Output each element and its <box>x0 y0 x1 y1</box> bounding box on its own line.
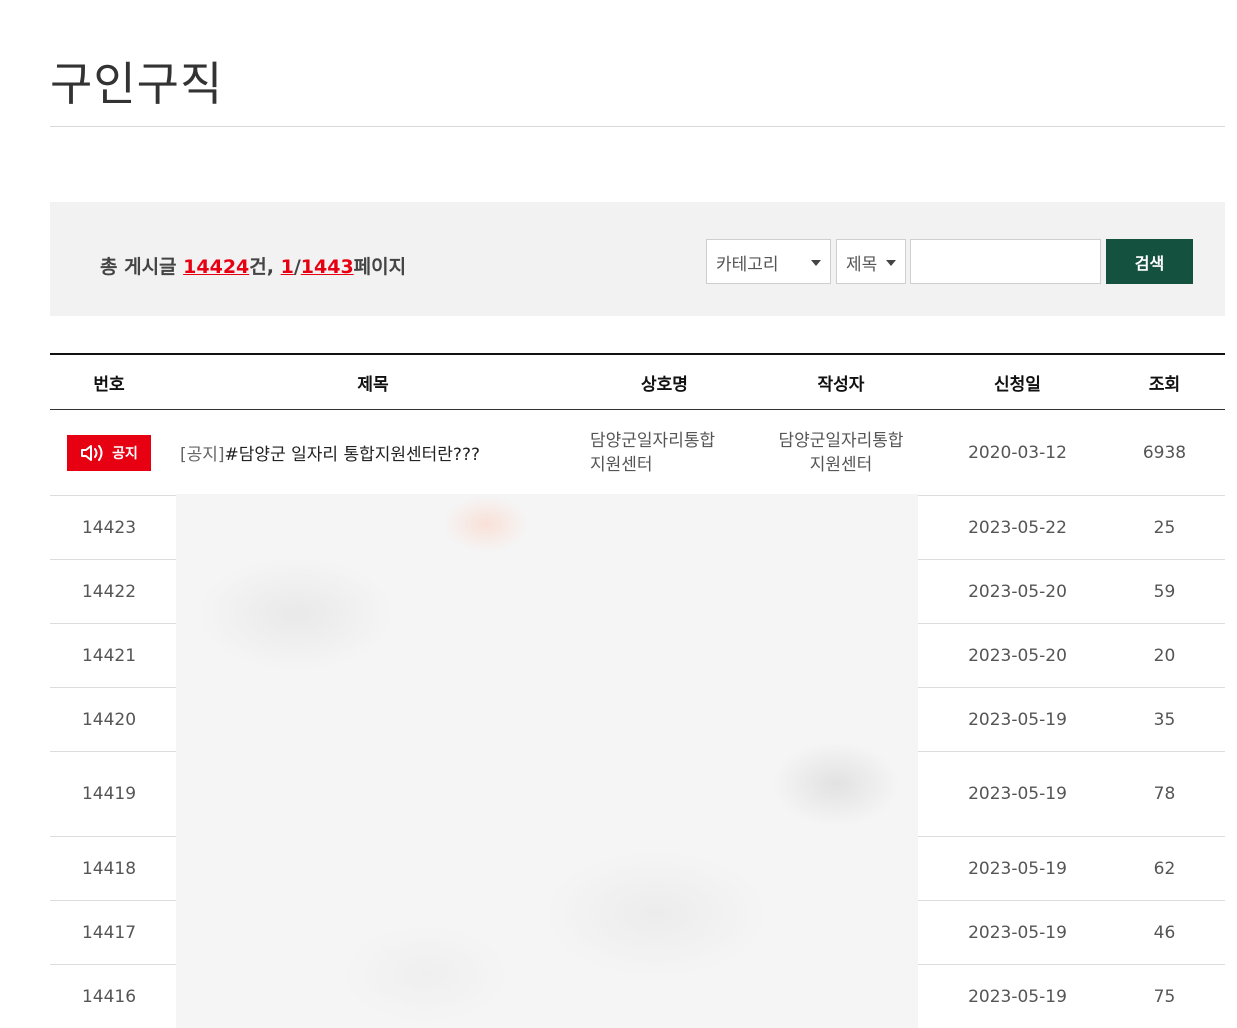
page-title: 구인구직 <box>50 57 224 111</box>
notice-tag: [공지] <box>180 445 225 465</box>
row-date: 2023-05-19 <box>968 709 1067 730</box>
row-number: 14422 <box>81 581 137 602</box>
header-views: 조회 <box>1148 374 1181 395</box>
notice-views: 6938 <box>1142 442 1187 463</box>
row-views: 20 <box>1153 645 1176 666</box>
row-date: 2023-05-19 <box>968 784 1067 804</box>
total-pages: 1443 <box>300 256 354 278</box>
row-views: 78 <box>1153 784 1176 804</box>
notice-title: #담양군 일자리 통합지원센터란??? <box>224 445 480 465</box>
notice-badge-label: 공지 <box>112 445 138 462</box>
row-date: 2023-05-20 <box>968 581 1067 602</box>
title-divider <box>50 126 1225 127</box>
header-company: 상호명 <box>641 374 688 395</box>
row-number: 14419 <box>81 784 137 804</box>
search-panel: 총 게시글 14424건, 1/1443페이지 카테고리 제목 검색 <box>50 202 1225 316</box>
row-date: 2023-05-19 <box>968 858 1067 879</box>
row-number: 14420 <box>81 709 137 730</box>
search-input[interactable] <box>910 239 1101 284</box>
row-views: 46 <box>1153 922 1176 943</box>
caret-down-icon <box>811 260 821 266</box>
row-views: 75 <box>1153 986 1176 1007</box>
current-page: 1 <box>280 256 294 278</box>
notice-title-link[interactable]: [공지] #담양군 일자리 통합지원센터란??? <box>168 410 578 495</box>
row-number: 14421 <box>81 645 137 666</box>
notice-company: 담양군일자리통합 지원센터 <box>578 410 751 495</box>
row-number: 14423 <box>81 517 137 538</box>
row-date: 2023-05-22 <box>968 517 1067 538</box>
row-views: 59 <box>1153 581 1176 602</box>
row-views: 62 <box>1153 858 1176 879</box>
notice-row[interactable]: 공지 [공지] #담양군 일자리 통합지원센터란??? 담양군일자리통합 지원센터… <box>50 410 1225 496</box>
header-date: 신청일 <box>994 374 1041 395</box>
row-number: 14418 <box>81 858 137 879</box>
notice-company-line1: 담양군일자리통합 <box>590 430 716 451</box>
total-info: 총 게시글 14424건, 1/1443페이지 <box>100 252 406 279</box>
header-title: 제목 <box>357 374 389 395</box>
page-separator: / <box>293 256 301 278</box>
row-views: 25 <box>1153 517 1176 538</box>
total-prefix: 총 게시글 <box>100 256 184 278</box>
header-writer: 작성자 <box>817 374 865 395</box>
category-select-value: 카테고리 <box>716 255 779 275</box>
field-select[interactable]: 제목 <box>836 239 906 284</box>
notice-badge: 공지 <box>67 434 151 471</box>
row-date: 2023-05-19 <box>968 922 1067 943</box>
notice-cell: 공지 <box>50 410 168 495</box>
redaction-blur <box>176 494 918 1028</box>
notice-writer-line1: 담양군일자리통합 <box>778 430 904 451</box>
total-count: 14424 <box>183 256 250 278</box>
row-date: 2023-05-20 <box>968 645 1067 666</box>
caret-down-icon <box>886 260 896 266</box>
notice-date: 2020-03-12 <box>968 442 1067 463</box>
search-button[interactable]: 검색 <box>1106 239 1193 284</box>
row-number: 14416 <box>81 986 137 1007</box>
row-number: 14417 <box>81 922 137 943</box>
page-suffix: 페이지 <box>353 256 407 278</box>
notice-company-line2: 지원센터 <box>590 454 653 475</box>
row-views: 35 <box>1153 709 1176 730</box>
category-select[interactable]: 카테고리 <box>706 239 831 284</box>
row-date: 2023-05-19 <box>968 986 1067 1007</box>
header-number: 번호 <box>93 374 125 395</box>
speaker-icon <box>81 444 103 461</box>
total-unit: 건, <box>249 256 281 278</box>
notice-writer-line2: 지원센터 <box>809 454 873 475</box>
field-select-value: 제목 <box>846 255 878 275</box>
table-header: 번호 제목 상호명 작성자 신청일 조회 <box>50 355 1225 410</box>
notice-writer: 담양군일자리통합 지원센터 <box>751 410 931 495</box>
